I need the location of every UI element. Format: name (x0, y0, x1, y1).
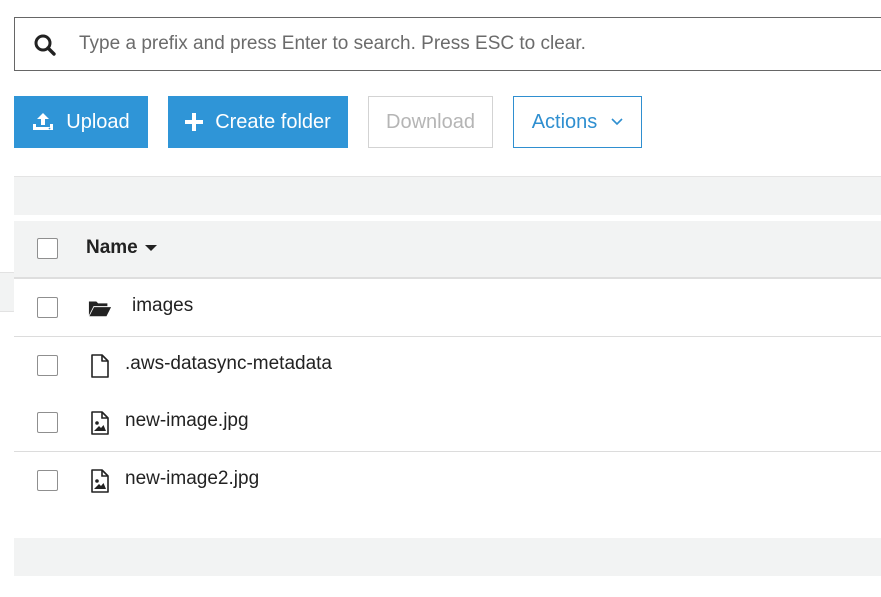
actions-button-label: Actions (531, 110, 598, 133)
upload-button-label: Upload (66, 110, 130, 133)
plus-icon (185, 113, 204, 131)
table-header: Name (14, 221, 881, 279)
row-checkbox[interactable] (37, 470, 58, 491)
download-button-label: Download (386, 110, 475, 133)
table-row[interactable]: new-image.jpg (14, 394, 881, 452)
search-icon (33, 33, 57, 57)
upload-icon (32, 112, 54, 132)
row-checkbox[interactable] (37, 355, 58, 376)
actions-dropdown-button[interactable]: Actions (513, 96, 642, 148)
table-row[interactable]: new-image2.jpg (14, 452, 881, 510)
download-button[interactable]: Download (368, 96, 493, 148)
column-header-name-label: Name (86, 237, 138, 258)
image-file-icon (88, 469, 112, 493)
row-name-link[interactable]: .aws-datasync-metadata (125, 353, 332, 375)
select-all-checkbox[interactable] (37, 238, 58, 259)
row-name-link[interactable]: images (132, 295, 193, 317)
table-top-band (14, 176, 881, 215)
upload-button[interactable]: Upload (14, 96, 148, 148)
image-file-icon (88, 411, 112, 435)
table-row[interactable]: images (14, 279, 881, 337)
row-checkbox[interactable] (37, 297, 58, 318)
create-folder-button[interactable]: Create folder (168, 96, 348, 148)
folder-open-icon (88, 296, 112, 320)
search-input[interactable] (79, 26, 859, 62)
table-row[interactable]: .aws-datasync-metadata (14, 337, 881, 395)
s3-object-browser: Upload Create folder Download Actions Na… (0, 0, 881, 597)
file-icon (88, 354, 112, 378)
column-header-name[interactable]: Name (86, 237, 158, 259)
table-bottom-band (14, 538, 881, 576)
search-bar (14, 17, 881, 71)
row-name-link[interactable]: new-image.jpg (125, 410, 249, 432)
row-name-link[interactable]: new-image2.jpg (125, 468, 259, 490)
sort-descending-icon (144, 244, 158, 252)
row-checkbox[interactable] (37, 412, 58, 433)
chevron-down-icon (611, 118, 623, 126)
create-folder-button-label: Create folder (215, 110, 331, 133)
